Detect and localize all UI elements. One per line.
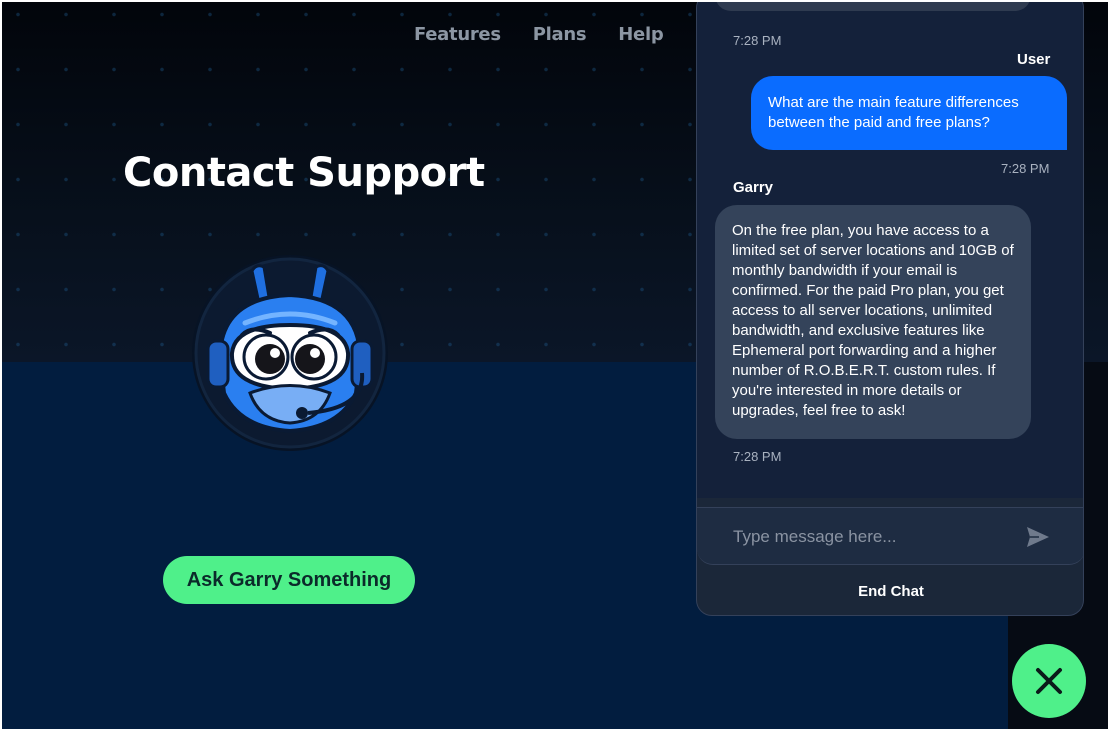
page: Features Plans Help L Contact Support	[2, 2, 1108, 729]
end-chat-button[interactable]: End Chat	[697, 583, 1083, 600]
close-chat-button[interactable]	[1012, 644, 1086, 718]
message-composer	[697, 507, 1083, 565]
ask-garry-button[interactable]: Ask Garry Something	[163, 556, 415, 604]
nav-item-help[interactable]: Help	[618, 24, 663, 45]
robot-mascot-icon	[190, 253, 390, 453]
message-timestamp: 7:28 PM	[733, 449, 782, 464]
sender-label-garry: Garry	[733, 179, 774, 196]
page-title: Contact Support	[123, 150, 485, 196]
chat-panel: 7:28 PM User What are the main feature d…	[696, 2, 1084, 616]
bot-message-bubble: On the free plan, you have access to a l…	[715, 205, 1031, 439]
message-input[interactable]	[733, 526, 1023, 548]
nav-item-plans[interactable]: Plans	[533, 24, 587, 45]
chat-message-list[interactable]: 7:28 PM User What are the main feature d…	[697, 2, 1083, 498]
message-timestamp: 7:28 PM	[733, 33, 782, 48]
top-nav: Features Plans Help L	[414, 24, 707, 45]
close-icon	[1036, 668, 1062, 694]
send-icon[interactable]	[1025, 525, 1051, 549]
message-timestamp: 7:28 PM	[1001, 161, 1050, 176]
nav-item-features[interactable]: Features	[414, 24, 501, 45]
previous-bot-bubble	[715, 2, 1031, 11]
user-message-bubble: What are the main feature differences be…	[751, 76, 1067, 150]
sender-label-user: User	[1017, 51, 1051, 68]
